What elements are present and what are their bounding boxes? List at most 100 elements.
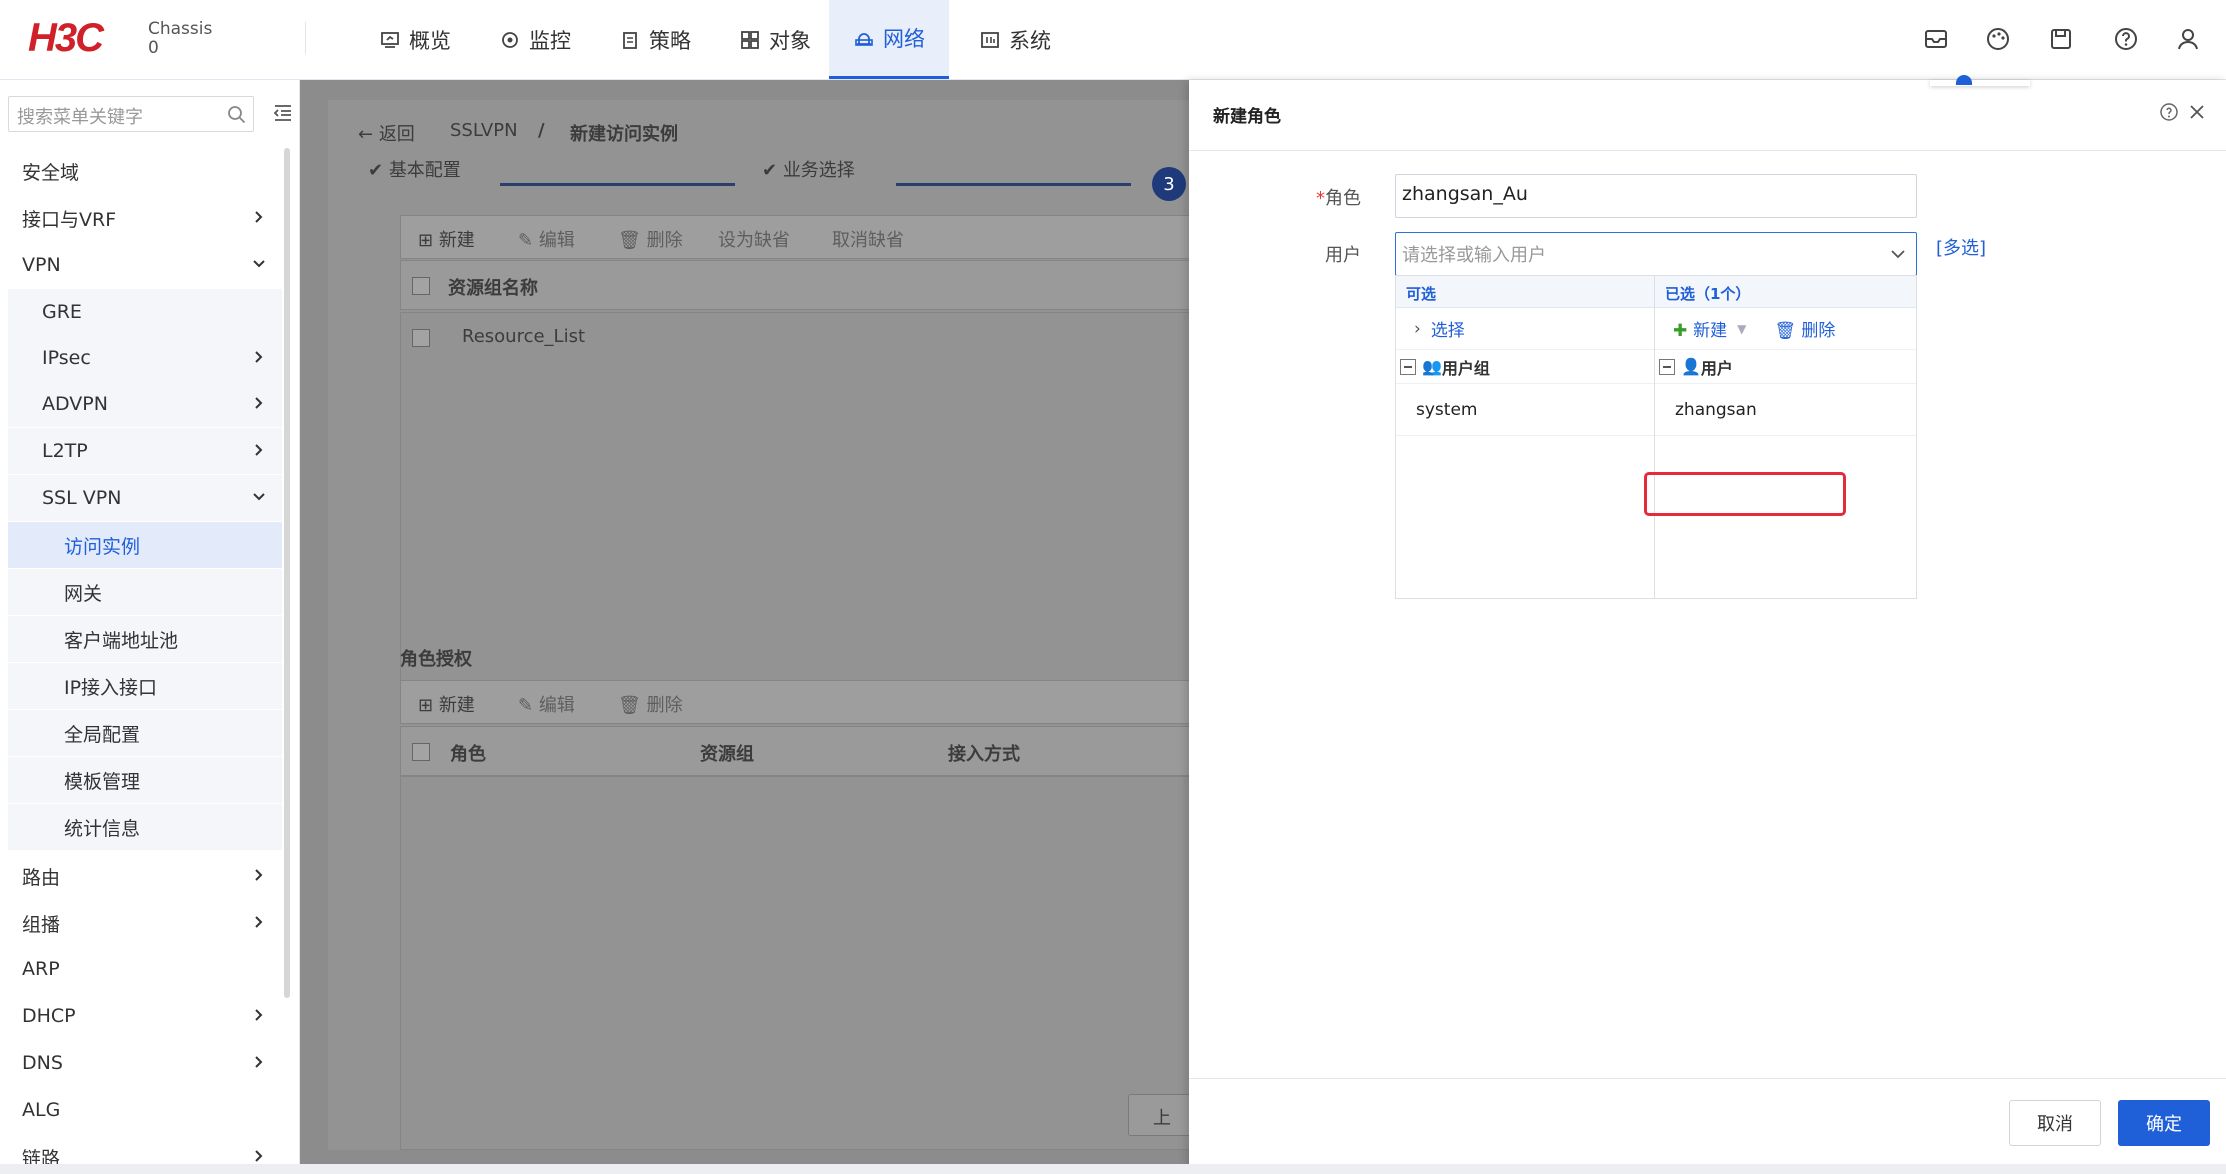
sidebar-item-label: ALG [22, 1099, 61, 1121]
sidebar-item-arp[interactable]: ARP [0, 946, 282, 992]
sidebar-item-client-pool[interactable]: 客户端地址池 [8, 616, 282, 662]
delete-button-1[interactable]: 🗑 删除 [618, 226, 683, 252]
sidebar-item-gre[interactable]: GRE [8, 289, 282, 335]
sidebar-item-statistics[interactable]: 统计信息 [8, 804, 282, 850]
breadcrumb-sslvpn[interactable]: SSLVPN [450, 120, 518, 141]
sidebar-item-label: IPsec [42, 347, 91, 369]
chevron-right-icon [255, 444, 263, 456]
sidebar-item-label: GRE [42, 301, 82, 323]
chevron-right-icon [255, 397, 263, 409]
new-button-2[interactable]: ⊞ 新建 [418, 691, 475, 717]
chevron-right-icon [255, 869, 263, 881]
sidebar-item-label: 路由 [22, 866, 61, 889]
step-3-badge: 3 [1152, 167, 1186, 201]
target-icon [502, 31, 518, 48]
sidebar-item-gateway[interactable]: 网关 [8, 569, 282, 615]
collapse-menu-icon[interactable] [272, 102, 294, 124]
sidebar-item-l2tp[interactable]: L2TP [8, 428, 282, 474]
edit-button-2[interactable]: ✎ 编辑 [518, 691, 575, 717]
cancel-button[interactable]: 取消 [2009, 1100, 2101, 1146]
close-icon[interactable] [2187, 102, 2207, 122]
new-role-drawer: 新建角色 *角色 zhangsan_Au 用户 请选择或输入用户 [多选] 可选… [1189, 80, 2226, 1174]
drawer-title: 新建角色 [1213, 107, 1281, 127]
sidebar-item-routing[interactable]: 路由 [0, 853, 282, 899]
nav-system[interactable]: 系统 [960, 0, 1070, 79]
user-group-col-label: 用户组 [1441, 358, 1490, 378]
theme-palette-icon[interactable] [1984, 25, 2012, 53]
search-icon[interactable] [226, 104, 248, 126]
new-user-button[interactable]: ✚ 新建 [1673, 316, 1727, 341]
sidebar-item-template-mgmt[interactable]: 模板管理 [8, 757, 282, 803]
sidebar-item-dhcp[interactable]: DHCP [0, 993, 282, 1039]
available-item-system[interactable]: system [1396, 384, 1654, 436]
select-link[interactable]: › 选择 [1396, 308, 1654, 350]
notification-icon[interactable] [1922, 25, 1950, 53]
prev-step-button[interactable]: 上 [1128, 1094, 1189, 1136]
main-content-dimmed: ← 返回 SSLVPN / 新建访问实例 ✔ 基本配置 ✔ 业务选择 3 ⊞ 新… [300, 80, 1189, 1174]
menu-search-input[interactable]: 搜索菜单关键字 [8, 96, 254, 132]
sidebar-item-label: 网关 [64, 582, 103, 605]
sidebar-scrollbar[interactable] [284, 148, 290, 998]
edit-button-1[interactable]: ✎ 编辑 [518, 226, 575, 252]
sidebar-item-global-config[interactable]: 全局配置 [8, 710, 282, 756]
sidebar-item-advpn[interactable]: ADVPN [8, 381, 282, 427]
role-input[interactable]: zhangsan_Au [1395, 174, 1917, 218]
help-icon[interactable] [2159, 102, 2179, 122]
nav-monitor[interactable]: 监控 [480, 0, 590, 79]
sidebar-item-alg[interactable]: ALG [0, 1087, 282, 1133]
user-select[interactable]: 请选择或输入用户 [1395, 232, 1917, 276]
collapse-icon[interactable] [1400, 358, 1416, 375]
collapse-icon[interactable] [1659, 358, 1675, 375]
help-icon[interactable] [2112, 25, 2140, 53]
sidebar-item-label: 客户端地址池 [64, 629, 179, 652]
set-default-button[interactable]: 设为缺省 [718, 226, 790, 252]
multi-select-link[interactable]: [多选] [1936, 234, 1986, 260]
user-transfer-list: 可选 › 选择 👥 用户组 system 已选（1个） ✚ 新建 ▼ 🗑 删除 [1395, 275, 1917, 599]
step-2: ✔ 业务选择 [762, 160, 855, 181]
sidebar-item-access-instance[interactable]: 访问实例 [8, 522, 282, 568]
sidebar-item-label: DHCP [22, 1005, 76, 1027]
nav-policy[interactable]: 策略 [600, 0, 710, 79]
user-col-label: 用户 [1700, 358, 1733, 378]
save-icon[interactable] [2047, 25, 2075, 53]
monitor-icon [381, 31, 399, 48]
sidebar-item-ip-access-interface[interactable]: IP接入接口 [8, 663, 282, 709]
selected-item-zhangsan[interactable]: zhangsan [1655, 384, 1916, 436]
system-icon [981, 31, 999, 48]
sidebar-item-multicast[interactable]: 组播 [0, 900, 282, 946]
new-button-1[interactable]: ⊞ 新建 [418, 226, 475, 252]
table-2-col-role: 角色 [450, 744, 486, 765]
selected-toolbar: ✚ 新建 ▼ 🗑 删除 [1655, 308, 1916, 350]
sidebar-item-interface-vrf[interactable]: 接口与VRF [0, 195, 282, 241]
sidebar-item-label: DNS [22, 1052, 63, 1074]
chevron-right-icon [255, 916, 263, 928]
back-link[interactable]: ← 返回 [358, 120, 415, 146]
sidebar-item-ipsec[interactable]: IPsec [8, 335, 282, 381]
nav-overview[interactable]: 概览 [360, 0, 470, 79]
sidebar-item-label: 安全域 [22, 161, 80, 184]
ok-button[interactable]: 确定 [2118, 1100, 2210, 1146]
sidebar-item-label: 模板管理 [64, 770, 141, 793]
dropdown-arrow-icon[interactable]: ▼ [1737, 322, 1746, 336]
nav-object[interactable]: 对象 [720, 0, 830, 79]
sidebar-item-vpn[interactable]: VPN [0, 242, 282, 288]
sidebar-item-label: L2TP [42, 440, 88, 462]
delete-button-2[interactable]: 🗑 删除 [618, 691, 683, 717]
table-1-select-all[interactable] [412, 277, 430, 295]
chevron-right-icon [255, 351, 263, 363]
sidebar-item-sslvpn[interactable]: SSL VPN [8, 475, 282, 521]
available-item-label: system [1416, 399, 1478, 420]
table-2-col-access-method: 接入方式 [948, 744, 1020, 765]
cancel-default-button[interactable]: 取消缺省 [832, 226, 904, 252]
user-select-placeholder: 请选择或输入用户 [1402, 245, 1546, 266]
sidebar-item-label: ARP [22, 958, 60, 980]
user-account-icon[interactable] [2174, 25, 2202, 53]
sidebar-item-dns[interactable]: DNS [0, 1040, 282, 1086]
sidebar-item-security-zone[interactable]: 安全域 [0, 148, 282, 194]
nav-policy-label: 策略 [649, 28, 691, 53]
table-2-select-all[interactable] [412, 743, 430, 761]
nav-network[interactable]: 网络 [829, 0, 949, 79]
drawer-header-divider [1189, 150, 2226, 151]
user-icon: 👤 [1681, 357, 1701, 376]
delete-user-button[interactable]: 🗑 删除 [1774, 316, 1835, 341]
